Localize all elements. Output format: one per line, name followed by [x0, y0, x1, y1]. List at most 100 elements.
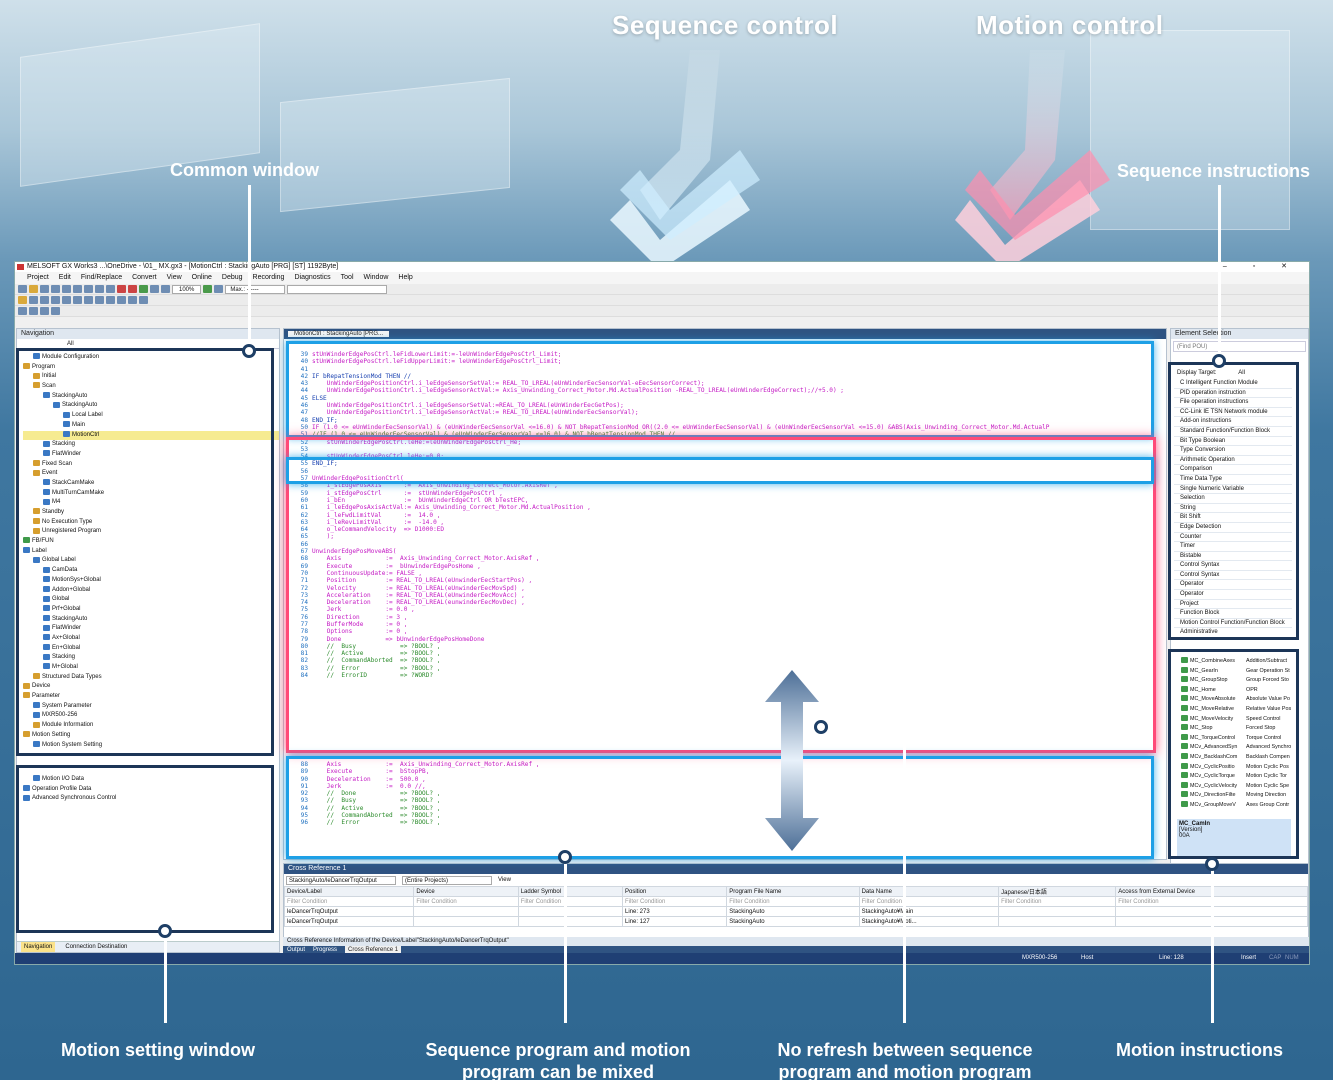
common-window-highlight [16, 348, 274, 756]
column-header[interactable]: Data Name [858, 886, 1000, 897]
leader-no-refresh-v [903, 726, 906, 1023]
menu-help[interactable]: Help [398, 272, 412, 284]
menu-view[interactable]: View [167, 272, 182, 284]
menu-diagnostics[interactable]: Diagnostics [294, 272, 330, 284]
filter-cell[interactable]: Filter Condition [621, 896, 728, 907]
leader-dot [242, 344, 256, 358]
read-icon[interactable] [128, 285, 137, 293]
sequence-program-highlight-3 [286, 756, 1154, 859]
column-header[interactable]: Japanese/日本語 [998, 886, 1117, 897]
menu-edit[interactable]: Edit [59, 272, 71, 284]
coil-icon[interactable] [40, 296, 49, 304]
leader-sequence-instructions [1218, 185, 1221, 358]
table-cell [998, 916, 1117, 927]
callout-sequence-instructions: Sequence instructions [1117, 161, 1311, 181]
leader-common-window [248, 185, 251, 351]
search-combobox[interactable] [287, 284, 388, 294]
view-button[interactable]: View [498, 877, 511, 883]
menu-convert[interactable]: Convert [132, 272, 157, 284]
st-icon[interactable] [18, 307, 27, 315]
function-icon[interactable] [51, 296, 60, 304]
maximize-button[interactable]: ▫ [1253, 263, 1267, 270]
filter-cell[interactable]: Filter Condition [858, 896, 1000, 907]
table-cell: StackingAuto¥Main [858, 906, 1000, 917]
cross-reference-target[interactable]: StackingAuto/leDancerTrqOutput [286, 875, 396, 885]
open-icon[interactable] [29, 285, 38, 293]
paste-icon[interactable] [84, 285, 93, 293]
undo-icon[interactable] [95, 285, 104, 293]
note-icon[interactable] [117, 296, 126, 304]
new-icon[interactable] [18, 285, 27, 293]
sequence-instructions-highlight [1168, 362, 1299, 640]
column-header[interactable]: Program File Name [726, 886, 860, 897]
menu-project[interactable]: Project [27, 272, 49, 284]
leader-dot [558, 850, 572, 864]
line-icon[interactable] [62, 296, 71, 304]
column-header[interactable]: Position [621, 886, 728, 897]
redo-icon[interactable] [106, 285, 115, 293]
heading-sequence-control: Sequence control [612, 10, 839, 40]
callout-no-refresh: No refresh between sequence program and … [777, 1040, 1033, 1080]
column-header[interactable]: Ladder Symbol [517, 886, 623, 897]
column-header[interactable]: Device/Label [283, 886, 415, 897]
ladder-icon[interactable] [18, 296, 27, 304]
cut-icon[interactable] [62, 285, 71, 293]
navigation-tabs: Navigation Connection Destination [17, 941, 279, 952]
leader-motion-instructions [1211, 865, 1214, 1023]
window-title: MELSOFT GX Works3 ...\OneDrive - \01_ MX… [27, 263, 339, 270]
menu-recording[interactable]: Recording [253, 272, 285, 284]
menu-debug[interactable]: Debug [222, 272, 243, 284]
close-button[interactable]: ✕ [1281, 263, 1299, 270]
delete-line-icon[interactable] [73, 296, 82, 304]
filter-cell[interactable]: Filter Condition [517, 896, 623, 907]
sequence-program-highlight-2 [286, 457, 1154, 484]
stop-icon[interactable] [214, 285, 224, 293]
find-pou-input[interactable]: (Find POU) [1173, 341, 1306, 352]
status-line: Line: 128 [1159, 955, 1184, 961]
monitor-icon[interactable] [139, 285, 148, 293]
device-icon[interactable] [128, 296, 137, 304]
column-header[interactable]: Device [413, 886, 519, 897]
callout-mixed-program: Sequence program and motion program can … [425, 1040, 691, 1080]
leader-mixed-program [564, 858, 567, 1023]
sequence-glow-graphic [610, 50, 760, 270]
motion-program-highlight [286, 437, 1156, 753]
filter-cell[interactable]: Filter Condition [413, 896, 519, 907]
label-icon[interactable] [139, 296, 148, 304]
minimize-button[interactable]: – [1223, 263, 1239, 270]
toolbar-row-2 [15, 295, 1309, 306]
fbd-icon[interactable] [29, 307, 38, 315]
filter-cell[interactable]: Filter Condition [283, 896, 415, 907]
menu-find-replace[interactable]: Find/Replace [81, 272, 122, 284]
tab-navigation[interactable]: Navigation [21, 942, 56, 952]
run-icon[interactable] [203, 285, 213, 293]
zoom-out-icon[interactable] [161, 285, 170, 293]
table-cell: Line: 273 [621, 906, 728, 917]
table-row[interactable]: leDancerTrqOutput Line: 127 StackingAuto St… [283, 916, 1308, 927]
max-select[interactable]: Max.: ------ [225, 284, 286, 294]
tab-connection-destination[interactable]: Connection Destination [65, 942, 127, 952]
menu-online[interactable]: Online [192, 272, 212, 284]
contact-icon[interactable] [29, 296, 38, 304]
zoom-in-icon[interactable] [150, 285, 159, 293]
copy-icon[interactable] [73, 285, 82, 293]
write-icon[interactable] [117, 285, 126, 293]
filter-cell[interactable]: Filter Condition [998, 896, 1117, 907]
table-cell: StackingAuto [726, 916, 860, 927]
filter-cell[interactable]: Filter Condition [726, 896, 860, 907]
tab-motionctrl[interactable]: MotionCtrl : StackingAuto [PRG... [288, 331, 390, 337]
statement-icon[interactable] [106, 296, 115, 304]
insert-icon[interactable] [84, 296, 93, 304]
zoom-select[interactable]: 100% [172, 284, 202, 294]
menu-tool[interactable]: Tool [341, 272, 354, 284]
save-icon[interactable] [40, 285, 49, 293]
cross-reference-scope[interactable]: (Entire Projects) [402, 875, 492, 885]
template-icon[interactable] [51, 307, 60, 315]
table-cell: leDancerTrqOutput [283, 916, 415, 927]
print-icon[interactable] [51, 285, 60, 293]
comment-icon[interactable] [95, 296, 104, 304]
table-row[interactable]: leDancerTrqOutput Line: 273 StackingAuto St… [283, 906, 1308, 917]
sfc-icon[interactable] [40, 307, 49, 315]
leader-dot [158, 924, 172, 938]
menu-window[interactable]: Window [364, 272, 389, 284]
